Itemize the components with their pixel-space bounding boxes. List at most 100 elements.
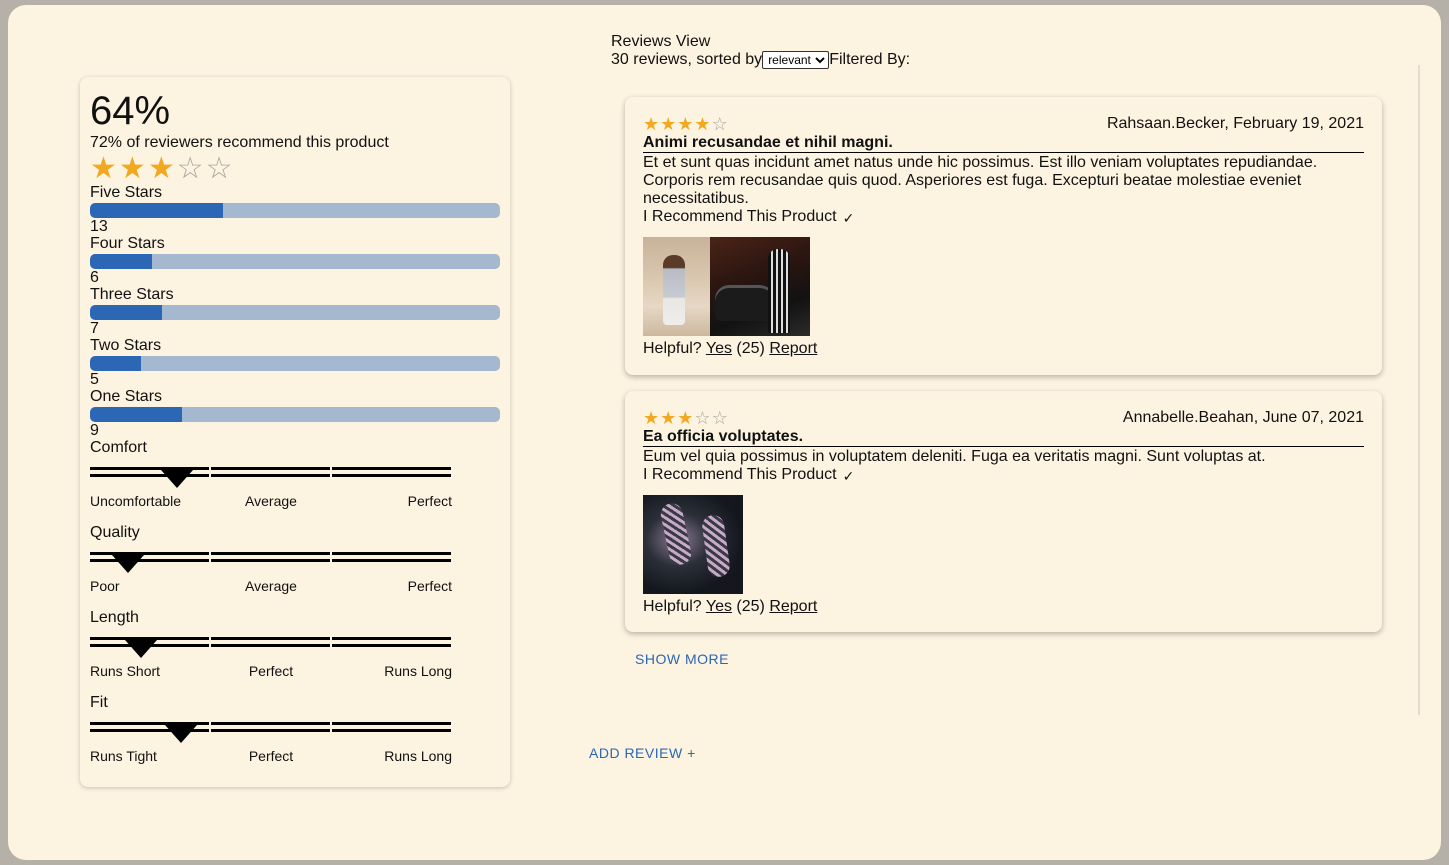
- star-icon: ★: [677, 408, 695, 428]
- helpful-yes-link[interactable]: Yes: [706, 598, 732, 615]
- breakdown-row[interactable]: One Stars 9: [90, 388, 500, 439]
- star-icon: ☆: [711, 408, 729, 428]
- scale-segment: [211, 467, 330, 477]
- show-more-button[interactable]: SHOW MORE: [635, 651, 729, 667]
- characteristic-name: Fit: [90, 694, 108, 711]
- report-link[interactable]: Report: [769, 598, 817, 615]
- helpful-count: (25): [736, 598, 765, 615]
- scale-label-low: Poor: [90, 578, 120, 594]
- helpful-line: Helpful? Yes (25) Report: [643, 340, 1364, 358]
- scale-label-mid: Perfect: [248, 663, 294, 679]
- scale-label-mid: Perfect: [248, 748, 294, 764]
- breakdown-count: 7: [90, 320, 99, 337]
- review-card-top: ★★★★☆ Rahsaan.Becker, February 19, 2021: [643, 115, 1364, 133]
- star-icon: ★: [660, 408, 678, 428]
- breakdown-label: Two Stars: [90, 337, 162, 354]
- breakdown-label: One Stars: [90, 388, 163, 405]
- checkmark-icon: ✓: [842, 210, 855, 226]
- breakdown-label: Four Stars: [90, 235, 165, 252]
- rating-breakdown: Five Stars 13 Four Stars 6 Three Stars 7…: [90, 184, 500, 439]
- star-icon: ★: [643, 408, 661, 428]
- review-list[interactable]: ★★★★☆ Rahsaan.Becker, February 19, 2021 …: [610, 65, 1420, 715]
- characteristic-scale: [90, 722, 452, 743]
- review-stars: ★★★★☆: [643, 115, 729, 133]
- review-photo-thumbnail[interactable]: [643, 495, 743, 594]
- review-photo-thumbnail[interactable]: [643, 237, 710, 336]
- characteristic-length: Length Runs Short Perfect Runs Long: [90, 609, 452, 694]
- scale-label-high: Runs Long: [384, 748, 452, 764]
- characteristic-scale: [90, 552, 452, 573]
- breakdown-row[interactable]: Two Stars 5: [90, 337, 500, 388]
- review-card: ★★★★☆ Rahsaan.Becker, February 19, 2021 …: [625, 97, 1382, 375]
- report-link[interactable]: Report: [769, 340, 817, 357]
- scale-segment: [332, 637, 451, 647]
- breakdown-bar-fill: [90, 407, 183, 422]
- scale-segment: [211, 552, 330, 562]
- breakdown-bar: [90, 407, 500, 422]
- reviews-view-title: Reviews View: [611, 33, 711, 50]
- scale-label-low: Runs Short: [90, 663, 161, 679]
- star-icon: ☆: [694, 408, 712, 428]
- scale-segment: [90, 552, 209, 562]
- average-stars: ★★★☆☆: [90, 153, 235, 185]
- app-frame: Reviews View 30 reviews, sorted by releva…: [8, 5, 1441, 860]
- breakdown-bar-fill: [90, 254, 152, 269]
- breakdown-row[interactable]: Five Stars 13: [90, 184, 500, 235]
- breakdown-bar: [90, 203, 500, 218]
- star-icon: ★: [90, 152, 119, 185]
- star-icon: ★: [643, 114, 661, 134]
- star-icon: ★: [677, 114, 695, 134]
- characteristic-name: Quality: [90, 524, 140, 541]
- breakdown-count: 5: [90, 371, 99, 388]
- recommend-percentage: 72% of reviewers recommend this product: [90, 134, 389, 151]
- star-icon: ★: [118, 152, 148, 185]
- characteristic-name: Comfort: [90, 439, 147, 456]
- breakdown-row[interactable]: Four Stars 6: [90, 235, 500, 286]
- review-stars: ★★★☆☆: [643, 409, 729, 427]
- characteristics: Comfort Uncomfortable Average Perfect Qu…: [90, 439, 452, 779]
- triangle-marker-icon: [160, 470, 193, 488]
- characteristic-name: Length: [90, 609, 139, 626]
- star-icon: ☆: [176, 152, 206, 185]
- review-photos: [643, 495, 1364, 594]
- characteristic-scale: [90, 637, 452, 658]
- breakdown-bar: [90, 254, 500, 269]
- star-icon: ★: [660, 114, 678, 134]
- breakdown-count: 9: [90, 422, 99, 439]
- review-summary: Animi recusandae et nihil magni.: [643, 134, 1364, 153]
- breakdown-bar-fill: [90, 356, 142, 371]
- scale-segment: [332, 552, 451, 562]
- checkmark-icon: ✓: [842, 468, 855, 484]
- scale-segment: [332, 467, 451, 477]
- review-body: Et et sunt quas incidunt amet natus unde…: [643, 154, 1318, 207]
- reviewer-name-date: Rahsaan.Becker, February 19, 2021: [1106, 115, 1364, 132]
- recommend-text: I Recommend This Product: [643, 208, 837, 225]
- breakdown-bar-fill: [90, 203, 224, 218]
- scale-label-high: Runs Long: [384, 663, 452, 679]
- recommend-line: I Recommend This Product ✓: [643, 208, 1364, 227]
- review-card: ★★★☆☆ Annabelle.Beahan, June 07, 2021 Ea…: [625, 391, 1382, 632]
- breakdown-label: Three Stars: [90, 286, 174, 303]
- recommend-line: I Recommend This Product ✓: [643, 466, 1364, 485]
- breakdown-bar-fill: [90, 305, 162, 320]
- reviews-header: Reviews View 30 reviews, sorted by releva…: [611, 33, 910, 69]
- breakdown-row[interactable]: Three Stars 7: [90, 286, 500, 337]
- breakdown-count: 13: [90, 218, 108, 235]
- helpful-prefix: Helpful?: [643, 340, 702, 357]
- characteristic-fit: Fit Runs Tight Perfect Runs Long: [90, 694, 452, 779]
- triangle-marker-icon: [112, 555, 144, 573]
- breakdown-label: Five Stars: [90, 184, 163, 201]
- characteristic-quality: Quality Poor Average Perfect: [90, 524, 452, 609]
- breakdown-bar: [90, 305, 500, 320]
- review-photo-thumbnail[interactable]: [710, 237, 810, 336]
- breakdown-count: 6: [90, 269, 99, 286]
- helpful-yes-link[interactable]: Yes: [706, 340, 732, 357]
- star-icon: ☆: [205, 152, 235, 185]
- star-icon: ☆: [711, 114, 729, 134]
- star-icon: ★: [694, 114, 712, 134]
- average-rating: 64%: [90, 89, 171, 133]
- scale-segment: [211, 722, 330, 732]
- scale-label-low: Runs Tight: [90, 748, 157, 764]
- scale-label-high: Perfect: [407, 578, 452, 594]
- add-review-button[interactable]: ADD REVIEW +: [589, 745, 696, 761]
